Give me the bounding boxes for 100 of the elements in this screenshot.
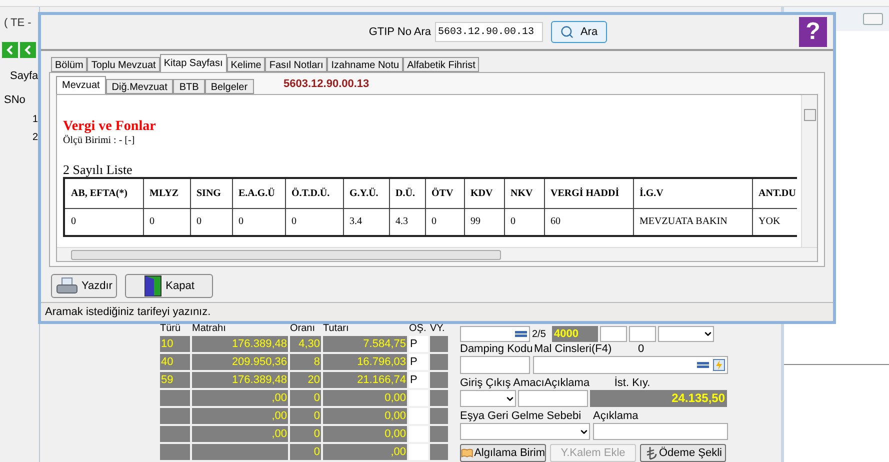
page-indicator: 2/5 (532, 328, 547, 342)
search-button[interactable]: Ara (551, 21, 607, 43)
door-icon (144, 275, 162, 297)
input-field[interactable] (518, 390, 588, 407)
column-header: ÖTV (425, 178, 464, 208)
table-cell: ,00 (192, 390, 288, 406)
table-cell: 40 (160, 354, 190, 370)
column-header: Oranı (290, 324, 316, 334)
table-cell: P (409, 354, 428, 370)
table-cell: ,00 (192, 408, 288, 424)
column-header: İ.G.V (633, 178, 752, 208)
column-header: SNo (4, 93, 26, 108)
column-header: Ö.T.D.Ü. (285, 178, 343, 208)
column-header: MLYZ (143, 178, 190, 208)
tab[interactable]: Mevzuat (56, 76, 106, 94)
tab[interactable]: Diğ.Mevzuat (106, 79, 174, 94)
action-button[interactable]: Algılama Birim (460, 444, 546, 462)
column-header: E.A.G.Ü (232, 178, 285, 208)
field-label: Açıklama (544, 376, 591, 391)
section-title: Vergi ve Fonlar (63, 119, 157, 134)
tab[interactable]: Fasıl Notları (265, 57, 328, 72)
tab[interactable]: Toplu Mevzuat (87, 57, 160, 72)
table-cell-text: 2 (32, 130, 38, 144)
column-header: Sayfa (10, 68, 39, 84)
list-title: 2 Sayılı Liste (63, 163, 134, 177)
table-cell: 20 (290, 372, 321, 388)
field-label: Açıklama (593, 408, 638, 424)
column-header: Türü (160, 324, 182, 334)
column-header: G.Y.Ü. (343, 178, 389, 208)
table-cell-text: 1 (32, 112, 38, 126)
field-label: Mal Cinsleri(F4) (534, 342, 613, 357)
vertical-scrollbar[interactable] (801, 95, 817, 247)
table-cell: 0 (290, 426, 321, 442)
lightning-icon (713, 359, 725, 371)
table-cell (430, 354, 448, 370)
table-cell: 8 (290, 354, 321, 370)
tab[interactable]: Kelime (226, 57, 266, 72)
table-cell: 21.166,74 (323, 372, 407, 388)
table-cell: 16.796,03 (323, 354, 407, 370)
table-cell: 176.389,48 (192, 336, 288, 352)
table-cell: 0 (290, 444, 321, 460)
input-field[interactable] (533, 356, 728, 374)
dropdown[interactable] (658, 326, 714, 342)
column-header: SING (190, 178, 232, 208)
table-cell: 176.389,48 (192, 372, 288, 388)
horizontal-scrollbar[interactable] (57, 247, 817, 261)
table-cell: 10 (160, 336, 190, 352)
table-cell: 0 (290, 390, 321, 406)
input-field[interactable] (460, 326, 530, 342)
help-icon[interactable]: ? (799, 17, 827, 47)
book-icon (461, 447, 474, 459)
column-header: AB, EFTA(*) (64, 178, 143, 208)
tab[interactable]: BTB (173, 79, 205, 94)
back-button[interactable] (2, 42, 18, 58)
unit-text: Ölçü Birimi : - [-] (63, 135, 136, 147)
table-cell: 209.950,36 (192, 354, 288, 370)
field-label: Eşya Geri Gelme Sebebi (460, 408, 582, 424)
column-header: ÖŞ. (409, 324, 428, 334)
value-field: 24.135,50 (590, 390, 727, 407)
column-header: VERGİ HADDİ (544, 178, 633, 208)
tab[interactable]: Alfabetik Fihrist (403, 57, 480, 72)
tab[interactable]: Izahname Notu (327, 57, 404, 72)
dialog-button[interactable]: Kapat (125, 274, 213, 298)
search-label: GTIP No Ara (368, 24, 431, 40)
input-field[interactable] (460, 356, 530, 374)
input-field[interactable] (629, 326, 656, 342)
printer-icon (56, 277, 78, 295)
table-cell: 4,30 (290, 336, 321, 352)
field-label: Damping Kodu (460, 342, 534, 357)
table-cell (430, 444, 448, 460)
field-label: İst. Kıy. (614, 376, 650, 391)
table-cell (160, 426, 190, 442)
code-label: 5603.12.90.00.13 (284, 77, 370, 92)
action-button[interactable]: Ödeme Şekli (640, 444, 726, 462)
tab[interactable]: Bölüm (51, 57, 88, 72)
column-header: Matrahı (192, 324, 227, 334)
table-cell: 0,00 (323, 408, 407, 424)
count-label: 0 (638, 342, 644, 357)
table-cell (160, 390, 190, 406)
dropdown[interactable] (460, 423, 590, 440)
table-cell (430, 372, 448, 388)
tab[interactable]: Kitap Sayfası (160, 54, 227, 72)
table-cell: 0,00 (323, 426, 407, 442)
status-text: Aramak istediğiniz tarifeyi yazınız. (45, 304, 211, 320)
column-header: NKV (504, 178, 544, 208)
dialog-button[interactable]: Yazdır (51, 274, 117, 298)
dropdown[interactable] (460, 390, 516, 407)
column-header: D.Ü. (389, 178, 425, 208)
back-button[interactable] (20, 42, 36, 58)
input-field[interactable] (600, 326, 627, 342)
input-field[interactable] (593, 423, 728, 440)
search-field[interactable]: 5603.12.90.00.13 (435, 22, 543, 42)
column-header: Tutarı (323, 324, 350, 334)
tab[interactable]: Belgeler (204, 79, 254, 94)
minimize-button[interactable] (863, 13, 883, 25)
table-cell (160, 408, 190, 424)
table-cell: 7.584,75 (323, 336, 407, 352)
window-title: ( TE - (4, 16, 32, 31)
code-field: 4000 (552, 326, 598, 342)
table-cell (430, 390, 448, 406)
